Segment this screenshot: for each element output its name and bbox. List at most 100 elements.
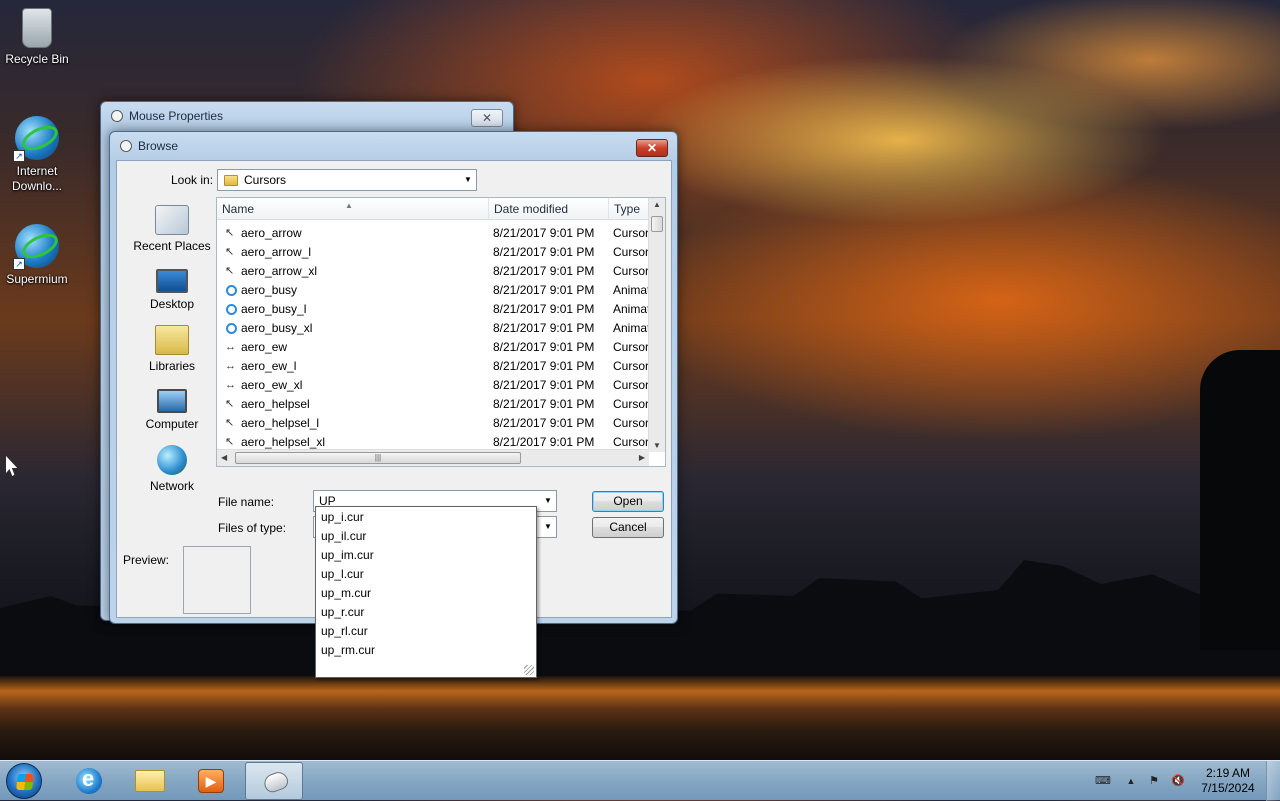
type-cell: Cursor [613,359,649,373]
file-name-autocomplete-list[interactable]: up_i.cur up_il.cur up_im.cur up_l.cur up_m.c… [315,506,537,678]
type-cell: Animated [613,283,649,297]
type-cell: Cursor [613,245,649,259]
cancel-button[interactable]: Cancel [592,517,664,538]
file-row[interactable]: aero_busy 8/21/2017 9:01 PM Animated [217,281,649,300]
file-row[interactable]: ↔ aero_ew_xl 8/21/2017 9:01 PM Cursor [217,376,649,395]
taskbar-mouse-properties[interactable] [245,762,303,800]
taskbar-clock[interactable]: 2:19 AM 7/15/2024 [1188,766,1268,796]
places-desktop[interactable]: Desktop [129,265,215,311]
file-list[interactable]: Name ▲ Date modified Type ↖ aero_arrow 8/2… [216,197,666,467]
taskbar: ▶ ⌨ ▲ ⚑ 🔇 2:19 AM 7/15/2024 [0,760,1280,801]
date-modified-cell: 8/21/2017 9:01 PM [493,340,595,354]
file-name-cell: aero_busy_l [241,302,307,316]
cursor-icon: ↖ [225,246,235,258]
volume-muted-icon[interactable]: 🔇 [1170,774,1186,788]
window-title: Mouse Properties [129,109,224,123]
file-name-cell: aero_ew_xl [241,378,303,392]
keyboard-icon[interactable]: ⌨ [1095,774,1111,788]
horizontal-scroll-thumb[interactable]: ||| [235,452,521,464]
look-in-label: Look in: [171,173,214,187]
type-cell: Cursor [613,378,649,392]
scroll-down-icon[interactable]: ▼ [653,441,661,450]
scroll-left-icon[interactable]: ◀ [221,453,227,462]
type-cell: Cursor [613,264,649,278]
animated-cursor-icon [226,323,237,334]
file-row[interactable]: ↖ aero_arrow_xl 8/21/2017 9:01 PM Cursor [217,262,649,281]
autocomplete-item[interactable]: up_il.cur [321,527,366,546]
autocomplete-item[interactable]: up_rm.cur [321,641,375,660]
autocomplete-item[interactable]: up_im.cur [321,546,374,565]
column-header-type[interactable]: Type [609,198,649,220]
mouse-properties-close-button[interactable]: ✕ [471,109,503,127]
file-name-cell: aero_busy_xl [241,321,313,335]
desktop-icon-supermium[interactable]: ↗ Supermium [1,224,73,286]
mouse-icon [117,137,135,155]
file-explorer-icon [135,770,165,792]
file-row[interactable]: aero_busy_l 8/21/2017 9:01 PM Animated [217,300,649,319]
scroll-right-icon[interactable]: ▶ [639,453,645,462]
computer-icon [157,389,187,413]
place-label: Computer [145,417,199,431]
chevron-down-icon[interactable]: ▼ [540,491,556,511]
autocomplete-item[interactable]: up_rl.cur [321,622,368,641]
taskbar-file-explorer[interactable] [121,762,179,800]
start-button[interactable] [6,763,42,799]
file-row[interactable]: aero_busy_xl 8/21/2017 9:01 PM Animated [217,319,649,338]
file-row[interactable]: ↖ aero_helpsel 8/21/2017 9:01 PM Cursor [217,395,649,414]
column-label: Date modified [494,202,569,216]
scroll-up-icon[interactable]: ▲ [653,200,661,209]
column-header-date-modified[interactable]: Date modified [489,198,609,220]
close-icon: ✕ [646,141,658,155]
cursor-icon: ↔ [225,341,236,353]
file-row[interactable]: ↖ aero_arrow_l 8/21/2017 9:01 PM Cursor [217,243,649,262]
date-modified-cell: 8/21/2017 9:01 PM [493,416,595,430]
autocomplete-item[interactable]: up_l.cur [321,565,364,584]
taskbar-media-player[interactable]: ▶ [182,762,240,800]
files-of-type-label: Files of type: [218,521,287,535]
autocomplete-item[interactable]: up_r.cur [321,603,364,622]
animated-cursor-icon [226,304,237,315]
shortcut-arrow-icon: ↗ [13,258,25,270]
show-hidden-icons-button[interactable]: ▲ [1123,774,1139,788]
column-header-name[interactable]: Name ▲ [217,198,489,220]
close-icon: ✕ [481,111,493,125]
vertical-scrollbar[interactable]: ▲ ▼ [648,198,665,452]
cursor-icon: ↖ [225,417,235,429]
places-recent-places[interactable]: Recent Places [129,205,215,253]
open-button[interactable]: Open [592,491,664,512]
date-modified-cell: 8/21/2017 9:01 PM [493,264,595,278]
file-row[interactable]: ↔ aero_ew_l 8/21/2017 9:01 PM Cursor [217,357,649,376]
show-desktop-button[interactable] [1266,761,1280,801]
type-cell: Cursor [613,226,649,240]
file-row[interactable]: ↖ aero_arrow 8/21/2017 9:01 PM Cursor [217,224,649,243]
preview-label: Preview: [123,553,170,567]
horizontal-scrollbar[interactable]: ◀ ||| ▶ [217,449,649,466]
places-computer[interactable]: Computer [129,385,215,431]
desktop-icon-internet-download-manager[interactable]: ↗ Internet Downlo... [1,116,73,194]
browse-close-button[interactable]: ✕ [636,139,668,157]
internet-download-manager-icon: ↗ [13,116,59,162]
desktop-icon-recycle-bin[interactable]: Recycle Bin [1,8,73,66]
place-label: Libraries [148,359,196,373]
chevron-down-icon[interactable]: ▼ [540,517,556,537]
places-libraries[interactable]: Libraries [129,325,215,373]
taskbar-internet-explorer[interactable] [60,762,118,800]
action-center-flag-icon[interactable]: ⚑ [1146,774,1162,788]
file-name-cell: aero_arrow_xl [241,264,318,278]
network-icon [157,445,187,475]
autocomplete-item[interactable]: up_i.cur [321,508,364,527]
column-label: Name [222,202,255,216]
resize-grip[interactable] [524,665,534,675]
chevron-down-icon[interactable]: ▼ [460,170,476,190]
vertical-scroll-thumb[interactable] [651,216,663,232]
file-row[interactable]: ↔ aero_ew 8/21/2017 9:01 PM Cursor [217,338,649,357]
file-row[interactable]: ↖ aero_helpsel_l 8/21/2017 9:01 PM Cursor [217,414,649,433]
date-modified-cell: 8/21/2017 9:01 PM [493,321,595,335]
places-network[interactable]: Network [129,445,215,493]
file-name-cell: aero_arrow_l [241,245,312,259]
supermium-icon: ↗ [13,224,59,270]
look-in-combo[interactable]: Cursors ▼ [217,169,477,191]
autocomplete-item[interactable]: up_m.cur [321,584,371,603]
mouse-properties-titlebar: Mouse Properties [108,107,224,125]
mouse-icon [261,769,291,795]
